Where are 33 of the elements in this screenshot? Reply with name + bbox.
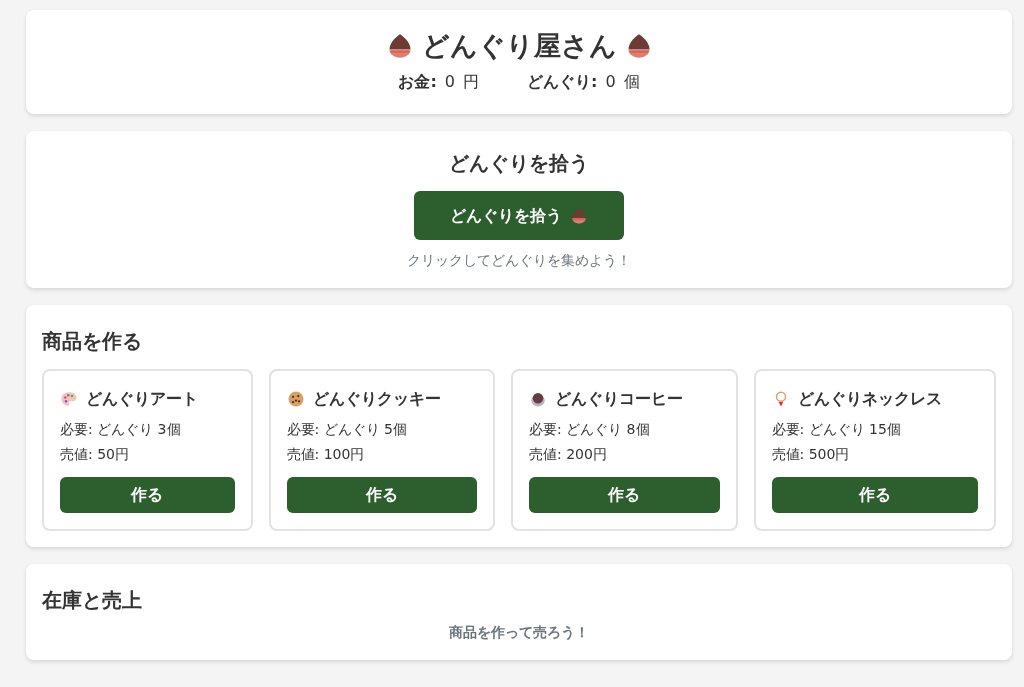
price-text: 売値: 500円 xyxy=(771,445,851,465)
coffee-cup-icon xyxy=(529,390,547,409)
product-name: どんぐりコーヒー xyxy=(555,388,683,411)
make-button[interactable]: 作る xyxy=(286,477,477,514)
section-heading: 商品を作る xyxy=(42,329,143,354)
stat-label: お金: xyxy=(398,71,437,94)
product-name: どんぐりネックレス xyxy=(797,388,942,411)
requirement-text: 必要: どんぐり 8個 xyxy=(529,420,651,440)
section-heading: 在庫と売上 xyxy=(42,588,143,613)
requirement-text: 必要: どんぐり 15個 xyxy=(771,420,902,440)
stat-unit: 個 xyxy=(623,71,640,94)
product-name: どんぐりアート xyxy=(86,388,198,411)
make-button[interactable]: 作る xyxy=(60,477,235,514)
gather-button[interactable]: どんぐりを拾う xyxy=(414,191,624,241)
make-button[interactable]: 作る xyxy=(771,477,978,514)
section-heading: どんぐりを拾う xyxy=(448,151,590,176)
make-button[interactable]: 作る xyxy=(529,477,720,514)
stat-value: 0 xyxy=(444,71,455,94)
price-text: 売値: 50円 xyxy=(60,445,130,465)
chestnut-icon xyxy=(570,206,588,225)
shop-title: どんぐり屋さん xyxy=(421,30,617,63)
product-name: どんぐりクッキー xyxy=(312,388,441,411)
price-text: 売値: 100円 xyxy=(286,445,366,465)
cookie-icon xyxy=(286,390,305,409)
palette-icon xyxy=(60,390,78,409)
empty-message: 商品を作って売ろう！ xyxy=(449,624,589,641)
price-text: 売値: 200円 xyxy=(529,445,608,465)
requirement-text: 必要: どんぐり 5個 xyxy=(286,420,409,440)
stat-value: 0 xyxy=(605,71,616,94)
requirement-text: 必要: どんぐり 3個 xyxy=(60,420,182,440)
stat-unit: 円 xyxy=(463,71,479,94)
hint-text: クリックしてどんぐりを集めよう！ xyxy=(407,252,631,269)
stat-label: どんぐり: xyxy=(527,71,598,94)
